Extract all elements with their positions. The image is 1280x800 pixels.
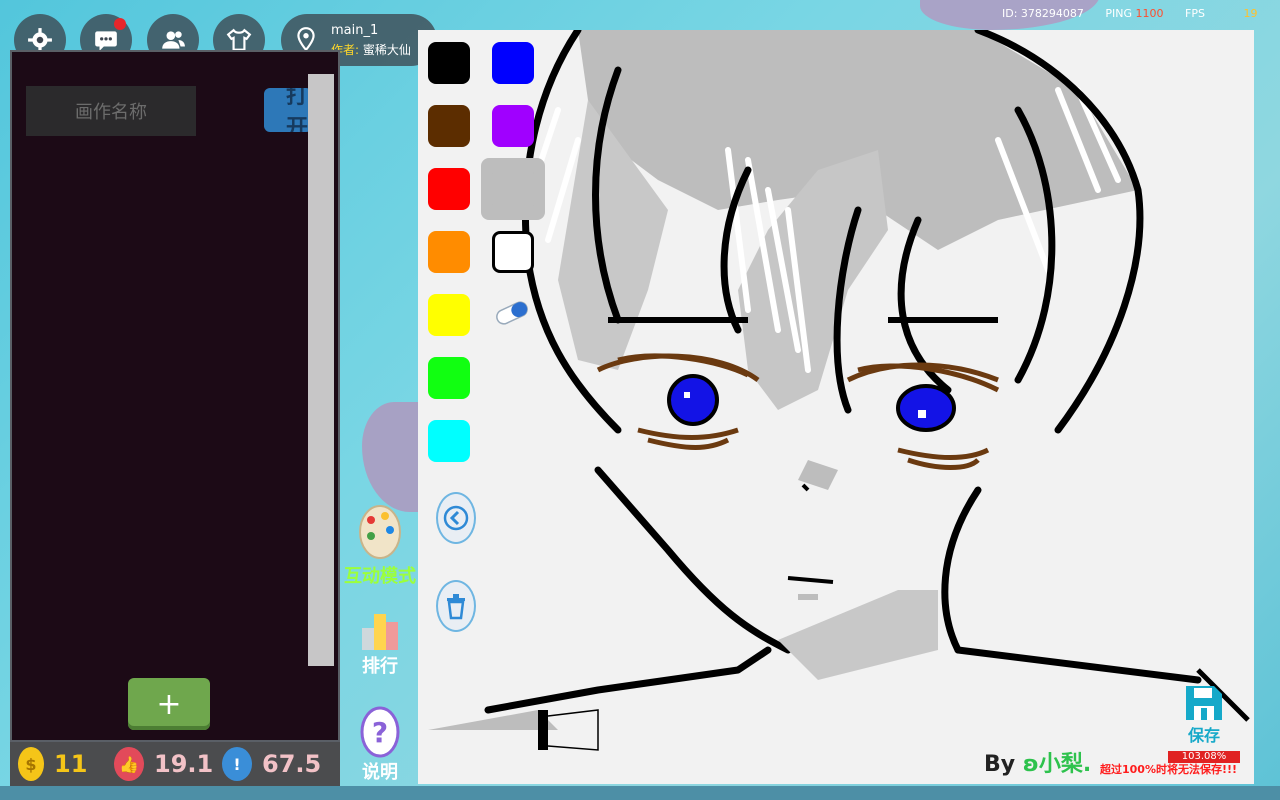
coin-stat: $ 11: [18, 742, 87, 786]
alert-stat: ! 67.5: [222, 742, 321, 786]
fps-readout: FPS 19: [1185, 7, 1257, 20]
color-swatch[interactable]: [492, 105, 534, 147]
author-name: 蜜稀大仙: [362, 43, 411, 57]
interactive-mode-label: 互动模式: [344, 566, 416, 587]
open-button[interactable]: 打开: [264, 88, 312, 132]
trash-icon: [447, 594, 465, 620]
fps-label: FPS: [1185, 7, 1205, 20]
eraser-tool[interactable]: [492, 298, 532, 328]
clear-canvas-button[interactable]: [436, 580, 476, 632]
alert-value: 67.5: [262, 750, 322, 778]
drawing-name-input[interactable]: 画作名称: [26, 86, 196, 136]
interactive-mode-button[interactable]: 互动模式: [340, 502, 420, 588]
eraser-icon: [496, 301, 528, 325]
drawing-canvas[interactable]: By ʚ小梨. 保存 103.08% 超过100%时将无法保存!!!: [418, 30, 1254, 784]
back-button[interactable]: [436, 492, 476, 544]
map-author: 作者: 蜜稀大仙: [331, 41, 431, 58]
coin-icon: $: [18, 747, 44, 781]
ping-value: 1100: [1135, 7, 1164, 20]
coin-value: 11: [54, 750, 88, 778]
like-icon: 👍: [114, 747, 144, 781]
palette-icon: [359, 505, 401, 559]
color-swatch[interactable]: [428, 231, 470, 273]
ranking-button[interactable]: 排行: [340, 610, 420, 678]
back-icon: [443, 505, 469, 531]
ranking-label: 排行: [362, 656, 398, 677]
like-value: 19.1: [154, 750, 214, 778]
like-stat: 👍 19.1: [114, 742, 213, 786]
capacity-warning: 超过100%时将无法保存!!!: [1100, 763, 1238, 776]
save-button[interactable]: 保存: [1182, 684, 1226, 746]
status-bar: ID: 378294087 PING 1100 FPS 19: [1002, 7, 1275, 20]
color-swatch[interactable]: [428, 357, 470, 399]
user-id: ID: 378294087: [1002, 7, 1084, 20]
artwork: [428, 30, 1250, 751]
color-swatch[interactable]: [428, 168, 470, 210]
ranking-icon: [362, 614, 398, 650]
signature-name: ʚ小梨.: [1022, 752, 1092, 777]
stats-bar: $ 11 👍 19.1 ! 67.5: [10, 742, 340, 786]
color-swatch[interactable]: [428, 420, 470, 462]
save-icon: [1186, 686, 1222, 720]
map-pin-icon: [297, 27, 315, 52]
help-button[interactable]: ? 说明: [340, 706, 420, 784]
ping-label: PING: [1105, 7, 1133, 20]
alert-icon: !: [222, 747, 252, 781]
bottom-strip: [0, 786, 1280, 800]
add-drawing-button[interactable]: +: [128, 678, 210, 730]
color-swatch[interactable]: [492, 42, 534, 84]
question-icon: ?: [360, 706, 400, 758]
svg-text:?: ?: [372, 716, 388, 749]
scrollbar[interactable]: [308, 74, 334, 666]
color-swatch[interactable]: [428, 294, 470, 336]
signature: By ʚ小梨.: [984, 746, 1091, 778]
color-swatch[interactable]: [428, 42, 470, 84]
color-swatch[interactable]: [492, 168, 534, 210]
notification-dot: [114, 18, 126, 30]
color-swatch[interactable]: [428, 105, 470, 147]
map-name: main_1: [331, 23, 379, 38]
ping-readout: PING 1100: [1105, 7, 1163, 20]
color-swatch[interactable]: [492, 231, 534, 273]
fps-value: 19: [1243, 7, 1258, 20]
help-label: 说明: [362, 762, 398, 783]
drawing-list-panel: 画作名称 打开 +: [10, 50, 340, 742]
signature-by: By: [984, 752, 1016, 777]
save-label: 保存: [1187, 726, 1220, 745]
